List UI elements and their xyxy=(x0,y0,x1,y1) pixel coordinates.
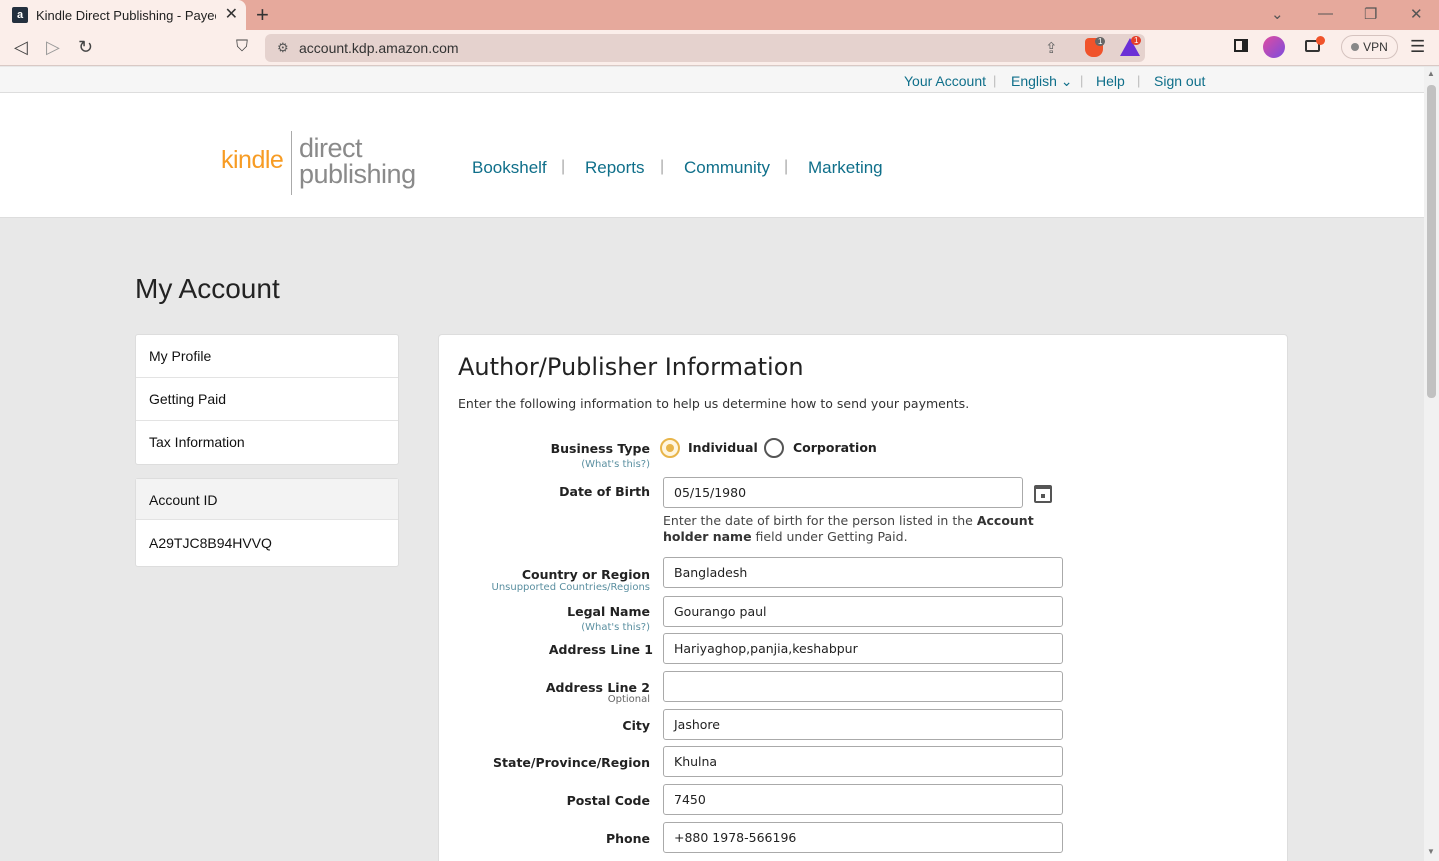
vpn-status-icon xyxy=(1351,43,1360,51)
nav-bookshelf[interactable]: Bookshelf xyxy=(472,158,547,178)
bookmark-icon[interactable]: ⛉ xyxy=(236,37,248,57)
logo-direct[interactable]: direct xyxy=(299,134,363,162)
scroll-down-icon[interactable]: ▼ xyxy=(1427,847,1435,856)
restore-icon[interactable]: ❐ xyxy=(1364,5,1377,23)
legal-name-help-link[interactable]: (What's this?) xyxy=(581,622,650,633)
your-account-link[interactable]: Your Account xyxy=(904,73,986,89)
tab-title: Kindle Direct Publishing - Payee xyxy=(36,7,216,23)
nav-marketing[interactable]: Marketing xyxy=(808,158,883,178)
wallet-notification-dot xyxy=(1316,36,1325,45)
reload-icon[interactable]: ↻ xyxy=(78,37,93,57)
sidebar-item-tax-information[interactable]: Tax Information xyxy=(136,421,398,464)
share-icon[interactable]: ⇪ xyxy=(1045,39,1058,57)
nav-reports[interactable]: Reports xyxy=(585,158,645,178)
city-input[interactable]: Jashore xyxy=(663,709,1063,740)
logo-publishing[interactable]: publishing xyxy=(299,160,416,188)
individual-radio-label[interactable]: Individual xyxy=(688,440,758,455)
sidebar-item-my-profile[interactable]: My Profile xyxy=(136,335,398,378)
date-of-birth-input[interactable]: 05/15/1980 xyxy=(663,477,1023,508)
browser-menu-icon[interactable]: ☰ xyxy=(1410,37,1425,57)
state-label: State/Province/Region xyxy=(493,755,650,770)
form-title: Author/Publisher Information xyxy=(458,353,804,381)
address-line-2-optional: Optional xyxy=(607,694,650,705)
corporation-radio-label[interactable]: Corporation xyxy=(793,440,877,455)
corporation-radio[interactable] xyxy=(764,438,784,458)
profile-avatar-icon[interactable] xyxy=(1263,36,1285,58)
address-line-2-input[interactable] xyxy=(663,671,1063,702)
address-line-2-label: Address Line 2 xyxy=(545,680,650,695)
nav-separator: | xyxy=(561,158,566,175)
utility-separator: | xyxy=(1137,73,1141,88)
language-selector[interactable]: English ⌄ xyxy=(1011,73,1073,90)
postal-code-input[interactable]: 7450 xyxy=(663,784,1063,815)
utility-separator: | xyxy=(1080,73,1084,88)
nav-separator: | xyxy=(660,158,665,175)
forward-icon[interactable]: ▷ xyxy=(46,37,60,57)
legal-name-label: Legal Name xyxy=(567,604,650,619)
vpn-label: VPN xyxy=(1363,40,1388,54)
sign-out-link[interactable]: Sign out xyxy=(1154,73,1205,89)
logo-kindle[interactable]: kindle xyxy=(221,146,284,175)
scroll-up-icon[interactable]: ▲ xyxy=(1427,69,1435,78)
business-type-label: Business Type xyxy=(550,441,650,456)
logo-divider xyxy=(291,131,292,195)
date-of-birth-label: Date of Birth xyxy=(559,484,650,499)
calendar-icon[interactable] xyxy=(1034,485,1052,503)
site-info-icon[interactable]: ⚙ xyxy=(277,40,289,56)
phone-label: Phone xyxy=(605,831,650,846)
country-input[interactable]: Bangladesh xyxy=(663,557,1063,588)
address-bar[interactable]: ⚙ account.kdp.amazon.com ⇪ 1 1 xyxy=(265,34,1145,62)
sidebar-item-getting-paid[interactable]: Getting Paid xyxy=(136,378,398,421)
author-publisher-form: Author/Publisher Information Enter the f… xyxy=(438,334,1288,861)
page-scrollbar[interactable]: ▲ ▼ xyxy=(1424,67,1439,861)
unsupported-countries-link[interactable]: Unsupported Countries/Regions xyxy=(492,582,651,593)
page-title: My Account xyxy=(135,273,280,304)
amazon-favicon-icon: a xyxy=(12,7,28,23)
site-header: kindle direct publishing Bookshelf | Rep… xyxy=(0,93,1424,218)
browser-tab[interactable]: a Kindle Direct Publishing - Payee ✕ xyxy=(0,0,246,30)
legal-name-input[interactable]: Gourango paul xyxy=(663,596,1063,627)
postal-code-label: Postal Code xyxy=(566,793,650,808)
account-sidebar-menu: My Profile Getting Paid Tax Information xyxy=(135,334,399,465)
minimize-icon[interactable]: — xyxy=(1318,5,1333,22)
account-id-value: A29TJC8B94HVVQ xyxy=(149,535,272,551)
page-content: Your Account | English ⌄ | Help | Sign o… xyxy=(0,67,1424,861)
address-line-1-input[interactable]: Hariyaghop,panjia,keshabpur xyxy=(663,633,1063,664)
new-tab-icon[interactable]: + xyxy=(256,3,269,27)
account-id-card: Account ID A29TJC8B94HVVQ xyxy=(135,478,399,567)
account-id-label: Account ID xyxy=(136,479,398,520)
utility-nav: Your Account | English ⌄ | Help | Sign o… xyxy=(0,67,1424,93)
scroll-thumb[interactable] xyxy=(1427,85,1436,398)
nav-separator: | xyxy=(784,158,789,175)
vpn-button[interactable]: VPN xyxy=(1341,35,1398,59)
browser-toolbar: ◁ ▷ ↻ ⛉ ⚙ account.kdp.amazon.com ⇪ 1 1 V… xyxy=(0,30,1439,66)
close-tab-icon[interactable]: ✕ xyxy=(225,6,238,24)
back-icon[interactable]: ◁ xyxy=(14,37,28,57)
help-link[interactable]: Help xyxy=(1096,73,1125,89)
nav-community[interactable]: Community xyxy=(684,158,770,178)
date-of-birth-hint: Enter the date of birth for the person l… xyxy=(663,513,1034,544)
brave-shields-badge: 1 xyxy=(1095,37,1106,46)
tab-strip: a Kindle Direct Publishing - Payee ✕ + ⌄… xyxy=(0,0,1439,30)
form-description: Enter the following information to help … xyxy=(458,396,970,411)
tab-search-chevron-icon[interactable]: ⌄ xyxy=(1271,5,1284,23)
url-text[interactable]: account.kdp.amazon.com xyxy=(299,40,459,56)
business-type-help-link[interactable]: (What's this?) xyxy=(581,459,650,470)
state-input[interactable]: Khulna xyxy=(663,746,1063,777)
individual-radio[interactable] xyxy=(660,438,680,458)
phone-input[interactable]: +880 1978-566196 xyxy=(663,822,1063,853)
city-label: City xyxy=(622,718,650,733)
address-line-1-label: Address Line 1 xyxy=(548,642,653,657)
close-window-icon[interactable]: ✕ xyxy=(1410,5,1423,23)
utility-separator: | xyxy=(993,73,997,88)
country-label: Country or Region xyxy=(521,567,650,582)
sidebar-toggle-icon[interactable] xyxy=(1234,39,1248,52)
